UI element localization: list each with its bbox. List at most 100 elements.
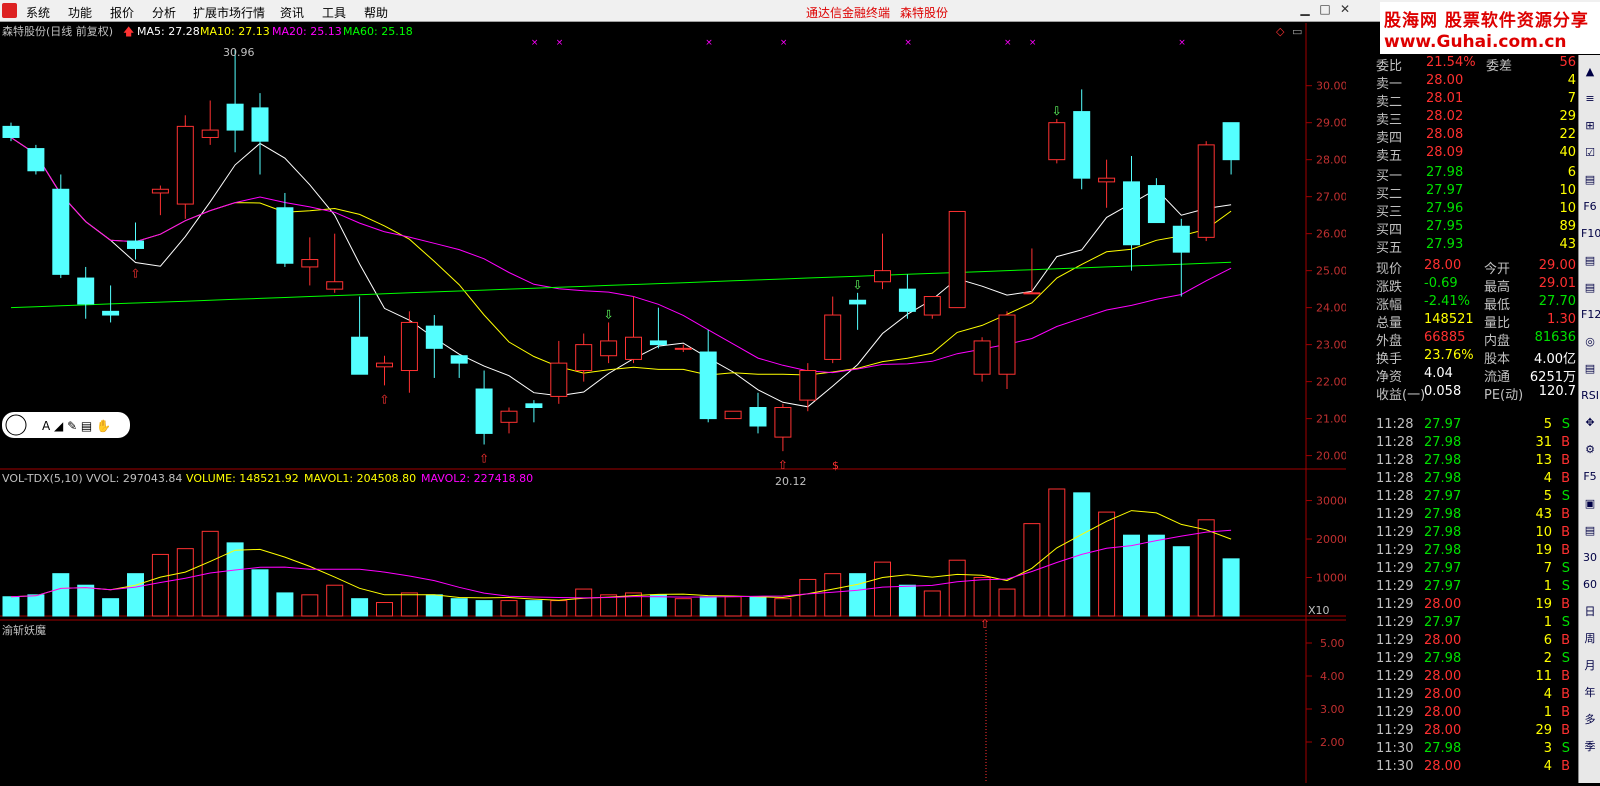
stat-label: 流通 [1484,370,1511,385]
buy-level-volume: 6 [1567,165,1576,180]
tick-volume: 1 [1543,615,1552,630]
toolbar-button-22[interactable]: 月 [1581,657,1599,675]
candle-body [874,270,891,283]
tick-row: 11:29 28.00 19 B [1376,597,1578,614]
toolbar-button-15[interactable]: F5 [1581,468,1599,486]
stat-value: -0.69 [1424,276,1458,291]
menu-analysis[interactable]: 分析 [152,4,176,21]
toolbar-button-19[interactable]: 60 [1581,576,1599,594]
menu-quote[interactable]: 报价 [110,4,134,21]
candle-body [774,407,792,438]
minimize-icon[interactable]: ▁ [1296,2,1314,19]
tick-time: 11:29 [1376,669,1414,684]
toolbar-button-1[interactable]: ≡ [1581,90,1599,108]
toolbar-button-20[interactable]: 日 [1581,603,1599,621]
candle-body [550,362,568,397]
toolbar-button-8[interactable]: ▤ [1581,279,1599,297]
diamond-icon[interactable]: ◇ [1276,25,1285,38]
menu-system[interactable]: 系统 [26,4,50,21]
candle-body [475,388,493,434]
tick-side: S [1561,741,1570,756]
stat-value: 81636 [1534,330,1576,345]
buy-arrow-icon: ⇧ [479,452,489,466]
tick-price: 28.00 [1424,723,1462,738]
toolbar-button-16[interactable]: ▣ [1581,495,1599,513]
tick-volume: 1 [1543,705,1552,720]
toolbar-button-3[interactable]: ☑ [1581,144,1599,162]
toolbar-button-0[interactable]: ▲ [1581,63,1599,81]
tick-side: B [1561,525,1570,540]
volume-bar [948,559,966,617]
draw-toolbar[interactable]: A ◢ ✎ ▤ ✋ [2,412,130,438]
stat-label: 内盘 [1484,334,1511,349]
toolbar-button-17[interactable]: ▤ [1581,522,1599,540]
candle-body [1172,225,1190,253]
tick-time: 11:29 [1376,543,1414,558]
signal-x-mark: × [1029,38,1037,48]
buy-level-volume: 43 [1559,237,1576,252]
tick-volume: 11 [1535,669,1552,684]
sell-arrow-icon: ⇩ [853,278,863,292]
signal-x-mark: × [531,38,539,48]
stat-value: 0.058 [1424,384,1462,399]
stat-row: 涨幅 -2.41% 最低 27.70 [1376,294,1578,313]
toolbar-button-10[interactable]: ◎ [1581,333,1599,351]
tick-price: 27.98 [1424,453,1462,468]
menu-news[interactable]: 资讯 [280,4,304,21]
tick-time: 11:29 [1376,525,1414,540]
tick-time: 11:29 [1376,723,1414,738]
tick-time: 11:29 [1376,579,1414,594]
tick-row: 11:29 28.00 4 B [1376,687,1578,704]
price-tick-label: 21.00 [1316,413,1346,426]
candle-body [27,148,45,172]
toolbar-button-5[interactable]: F6 [1581,198,1599,216]
panel-menu-icon[interactable]: ▭ [1292,25,1302,38]
close-icon[interactable]: ✕ [1336,2,1354,19]
chart-area[interactable]: 森特股份(日线 前复权) 🡅 MA5: 27.28 MA10: 27.13 MA… [0,23,1351,783]
toolbar-button-23[interactable]: 年 [1581,684,1599,702]
candle-body [276,207,294,264]
tick-time: 11:29 [1376,507,1414,522]
tick-side: S [1561,489,1570,504]
menu-function[interactable]: 功能 [68,4,92,21]
volume-bar [376,602,393,617]
sell-level-volume: 7 [1567,91,1576,106]
toolbar-button-24[interactable]: 多 [1581,711,1599,729]
volume-bar [799,578,817,617]
sell-level-row: 卖四 28.08 22 [1376,127,1578,146]
draw-tool-glyphs[interactable]: A ◢ ✎ ▤ ✋ [42,419,111,433]
tick-row: 11:29 27.97 1 S [1376,615,1578,632]
stat-value: 66885 [1424,330,1466,345]
volume-bar [973,577,991,617]
toolbar-button-2[interactable]: ⊞ [1581,117,1599,135]
toolbar-button-18[interactable]: 30 [1581,549,1599,567]
kline-chart[interactable]: 森特股份(日线 前复权) 🡅 MA5: 27.28 MA10: 27.13 MA… [0,23,1351,783]
toolbar-button-13[interactable]: ✥ [1581,414,1599,432]
toolbar-button-25[interactable]: 季 [1581,738,1599,756]
buy-level-label: 买三 [1376,205,1403,220]
stat-value: 4.00亿 [1534,352,1576,367]
mascot-icon[interactable] [5,414,27,436]
maximize-icon[interactable]: □ [1316,2,1334,19]
brand-line-2: www.Guhai.com.cn [1384,32,1567,52]
toolbar-button-9[interactable]: F12 [1581,306,1600,324]
toolbar-button-7[interactable]: ▤ [1581,252,1599,270]
tick-side: S [1561,615,1570,630]
menu-tools[interactable]: 工具 [322,4,346,21]
toolbar-button-14[interactable]: ⚙ [1581,441,1599,459]
tick-row: 11:29 28.00 6 B [1376,633,1578,650]
price-tick-label: 22.00 [1316,376,1346,389]
tick-row: 11:29 27.98 43 B [1376,507,1578,524]
menu-extended-market[interactable]: 扩展市场行情 [193,4,265,21]
toolbar-button-4[interactable]: ▤ [1581,171,1599,189]
volume-bar [998,588,1016,617]
candle-body [251,107,269,142]
menu-help[interactable]: 帮助 [364,4,388,21]
toolbar-button-6[interactable]: F10 [1581,225,1600,243]
toolbar-button-12[interactable]: RSI [1581,387,1599,405]
toolbar-button-21[interactable]: 周 [1581,630,1599,648]
buy-level-volume: 10 [1559,183,1576,198]
vol-indicator-label: VOL-TDX(5,10) [2,472,83,485]
mavol2-label: MAVOL2: 227418.80 [421,472,533,485]
toolbar-button-11[interactable]: ▤ [1581,360,1599,378]
